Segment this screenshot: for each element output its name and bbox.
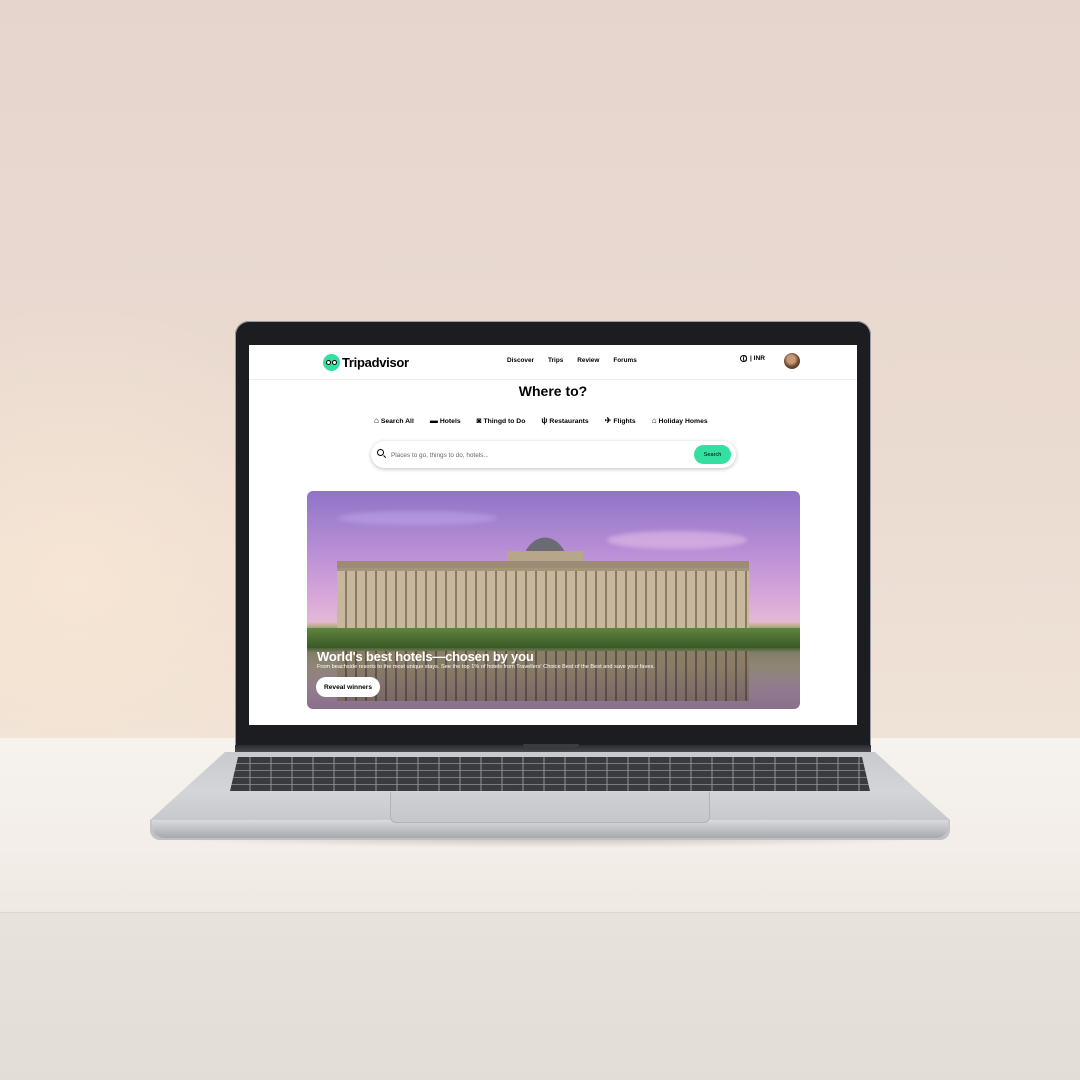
nav-link-review[interactable]: Review: [577, 357, 599, 364]
tab-label: Flights: [613, 417, 636, 425]
plane-icon: ✈: [604, 416, 612, 425]
tab-restaurants[interactable]: ψ Restaurants: [541, 417, 588, 425]
nav-link-discover[interactable]: Discover: [507, 357, 534, 364]
logo-text: Tripadvisor: [342, 354, 409, 370]
tab-holiday-homes[interactable]: ⌂ Holiday Homes: [652, 417, 708, 425]
nav-link-trips[interactable]: Trips: [548, 357, 563, 364]
tab-label: Hotels: [439, 417, 461, 425]
owl-logo-icon: [323, 353, 340, 371]
banner-shade: [307, 631, 800, 709]
search-input[interactable]: [389, 448, 693, 462]
laptop-trackpad: [390, 792, 710, 823]
nav-links: Discover Trips Review Forums: [507, 357, 637, 364]
banner-subtitle: From beachside resorts to the most uniqu…: [317, 664, 655, 670]
top-nav: Tripadvisor Discover Trips Review Forums…: [249, 345, 857, 380]
tab-flights[interactable]: ✈ Flights: [605, 417, 636, 425]
search-bar: Search: [371, 441, 736, 468]
cutlery-icon: ψ: [541, 416, 548, 425]
tab-things-to-do[interactable]: ◙ Thingd to Do: [477, 417, 526, 425]
category-tabs: ⌂ Search All ▬ Hotels ◙ Thingd to Do ψ R…: [374, 417, 708, 425]
tripadvisor-logo[interactable]: Tripadvisor: [323, 353, 409, 371]
nav-link-forums[interactable]: Forums: [613, 357, 636, 364]
search-button[interactable]: Search: [694, 445, 731, 464]
palace-facade: [337, 568, 749, 631]
photo-scene: Tripadvisor Discover Trips Review Forums…: [0, 0, 1080, 1080]
page-title: Where to?: [518, 383, 588, 399]
avatar[interactable]: [784, 353, 800, 369]
banner-cloud: [337, 511, 497, 525]
hero-banner: World's best hotels—chosen by you From b…: [307, 491, 800, 709]
currency-label: | INR: [750, 355, 766, 362]
tab-label: Holiday Homes: [658, 417, 708, 425]
owl-eye-right: [332, 359, 337, 365]
laptop-notch: [523, 744, 579, 750]
keyboard-rows: [230, 757, 870, 791]
desk-front: [0, 912, 1080, 1080]
bed-icon: ▬: [429, 416, 438, 425]
currency-selector[interactable]: | INR: [740, 355, 765, 362]
tab-label: Restaurants: [549, 417, 589, 425]
reveal-winners-button[interactable]: Reveal winners: [316, 677, 380, 697]
tab-search-all[interactable]: ⌂ Search All: [374, 417, 414, 425]
tab-label: Search All: [380, 417, 414, 425]
banner-cloud: [607, 531, 747, 549]
banner-title: World's best hotels—chosen by you: [317, 649, 534, 664]
camera-icon: ◙: [476, 416, 482, 425]
house-icon: ⌂: [651, 416, 657, 425]
owl-eye-left: [326, 359, 331, 365]
tab-label: Thingd to Do: [483, 417, 526, 425]
home-icon: ⌂: [374, 416, 379, 425]
search-icon: [377, 449, 384, 456]
globe-icon: [740, 355, 747, 362]
tab-hotels[interactable]: ▬ Hotels: [430, 417, 461, 425]
laptop-screen: Tripadvisor Discover Trips Review Forums…: [249, 345, 857, 725]
